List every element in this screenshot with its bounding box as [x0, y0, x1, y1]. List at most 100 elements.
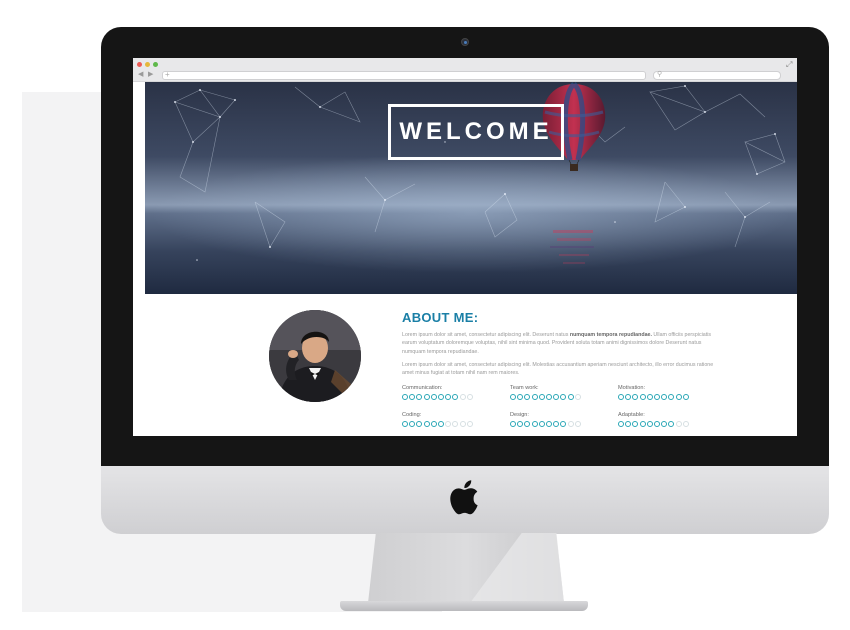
skill-dot — [574, 421, 581, 427]
skill-dot — [437, 421, 444, 427]
skill-dot — [531, 394, 538, 400]
skill-dot — [653, 421, 660, 427]
skill-dot — [574, 394, 581, 400]
skill-dot — [510, 421, 516, 427]
about-heading: ABOUT ME: — [402, 310, 479, 325]
skill-dot — [524, 394, 531, 400]
window-zoom-button[interactable] — [153, 62, 158, 67]
skill-dot — [682, 394, 689, 400]
skill-adaptable: Adaptable: — [618, 411, 728, 427]
skill-rating — [618, 421, 728, 427]
forward-icon[interactable]: ▶ — [148, 71, 153, 79]
about-paragraph-1: Lorem ipsum dolor sit amet, consectetur … — [402, 331, 714, 356]
welcome-heading: WELCOME — [399, 118, 553, 145]
skill-label: Team work: — [510, 385, 539, 391]
skill-dot — [437, 394, 444, 400]
skill-dot — [545, 394, 552, 400]
skill-dot — [538, 421, 545, 427]
skill-team-work: Team work: — [510, 384, 620, 400]
skill-label: Motivation: — [618, 385, 646, 391]
skill-dot — [618, 421, 624, 427]
skill-dot — [517, 421, 524, 427]
skill-dot — [625, 394, 632, 400]
skill-dot — [661, 394, 668, 400]
skill-dot — [668, 394, 675, 400]
skill-dot — [682, 421, 689, 427]
skill-dot — [466, 394, 473, 400]
skill-dot — [416, 394, 423, 400]
browser-toolbar: ◀ ▶ + ⚲ ⤢ — [133, 58, 797, 82]
skill-dot — [402, 394, 408, 400]
skill-rating — [618, 394, 728, 400]
skill-dot — [538, 394, 545, 400]
window-close-button[interactable] — [137, 62, 142, 67]
skill-dot — [560, 394, 567, 400]
skill-label: Design: — [510, 412, 529, 418]
apple-logo-icon — [450, 480, 478, 515]
search-input[interactable] — [653, 71, 781, 80]
skill-dot — [459, 421, 466, 427]
skill-motivation: Motivation: — [618, 384, 728, 400]
skill-dot — [430, 394, 437, 400]
skill-dot — [553, 394, 560, 400]
skill-dot — [567, 421, 574, 427]
skill-dot — [661, 421, 668, 427]
skill-dot — [510, 394, 516, 400]
welcome-box: WELCOME — [388, 104, 564, 160]
address-bar[interactable] — [162, 71, 646, 80]
skill-dot — [545, 421, 552, 427]
imac-stand-base — [340, 601, 588, 611]
search-icon: ⚲ — [657, 71, 663, 78]
skill-dot — [639, 421, 646, 427]
about-section: ABOUT ME: Lorem ipsum dolor sit amet, co… — [145, 294, 797, 436]
profile-photo — [269, 310, 361, 402]
skill-dot — [675, 394, 682, 400]
skill-dot — [632, 394, 639, 400]
skill-dot — [452, 421, 459, 427]
imac-screen: ◀ ▶ + ⚲ ⤢ WELCOME ABOUT ME: Lorem ipsum … — [133, 58, 797, 436]
back-icon[interactable]: ◀ — [138, 71, 143, 79]
skill-dot — [646, 394, 653, 400]
skill-dot — [466, 421, 473, 427]
skill-rating — [402, 421, 512, 427]
skill-dot — [430, 421, 437, 427]
skill-dot — [423, 421, 430, 427]
skill-dot — [668, 421, 675, 427]
skill-rating — [510, 421, 620, 427]
about-paragraph-1-bold: numquam tempora repudiandae. — [569, 332, 652, 338]
skill-dot — [402, 421, 408, 427]
skill-dot — [560, 421, 567, 427]
fullscreen-icon[interactable]: ⤢ — [786, 61, 792, 69]
skill-rating — [510, 394, 620, 400]
new-tab-icon[interactable]: + — [165, 70, 170, 80]
skill-dot — [524, 421, 531, 427]
skill-dot — [409, 421, 416, 427]
skill-dot — [618, 394, 624, 400]
skill-dot — [646, 421, 653, 427]
skill-dot — [452, 394, 459, 400]
skill-label: Adaptable: — [618, 412, 645, 418]
skill-dot — [653, 394, 660, 400]
skill-dot — [517, 394, 524, 400]
window-minimize-button[interactable] — [145, 62, 150, 67]
skill-rating — [402, 394, 512, 400]
skill-dot — [531, 421, 538, 427]
skill-dot — [416, 421, 423, 427]
hero-banner: WELCOME — [145, 82, 797, 294]
skill-dot — [553, 421, 560, 427]
skill-dot — [675, 421, 682, 427]
about-paragraph-1-text: Lorem ipsum dolor sit amet, consectetur … — [402, 332, 570, 338]
skill-dot — [567, 394, 574, 400]
skill-dot — [409, 394, 416, 400]
skill-dot — [459, 394, 466, 400]
skill-label: Coding: — [402, 412, 422, 418]
skill-dot — [639, 394, 646, 400]
person-portrait-graphic — [269, 310, 361, 402]
balloon-reflection — [550, 230, 594, 264]
about-paragraph-2: Lorem ipsum dolor sit amet, consectetur … — [402, 362, 714, 377]
skill-design: Design: — [510, 411, 620, 427]
skill-dot — [625, 421, 632, 427]
skill-dot — [632, 421, 639, 427]
webcam-icon — [461, 38, 469, 46]
skill-dot — [445, 394, 452, 400]
